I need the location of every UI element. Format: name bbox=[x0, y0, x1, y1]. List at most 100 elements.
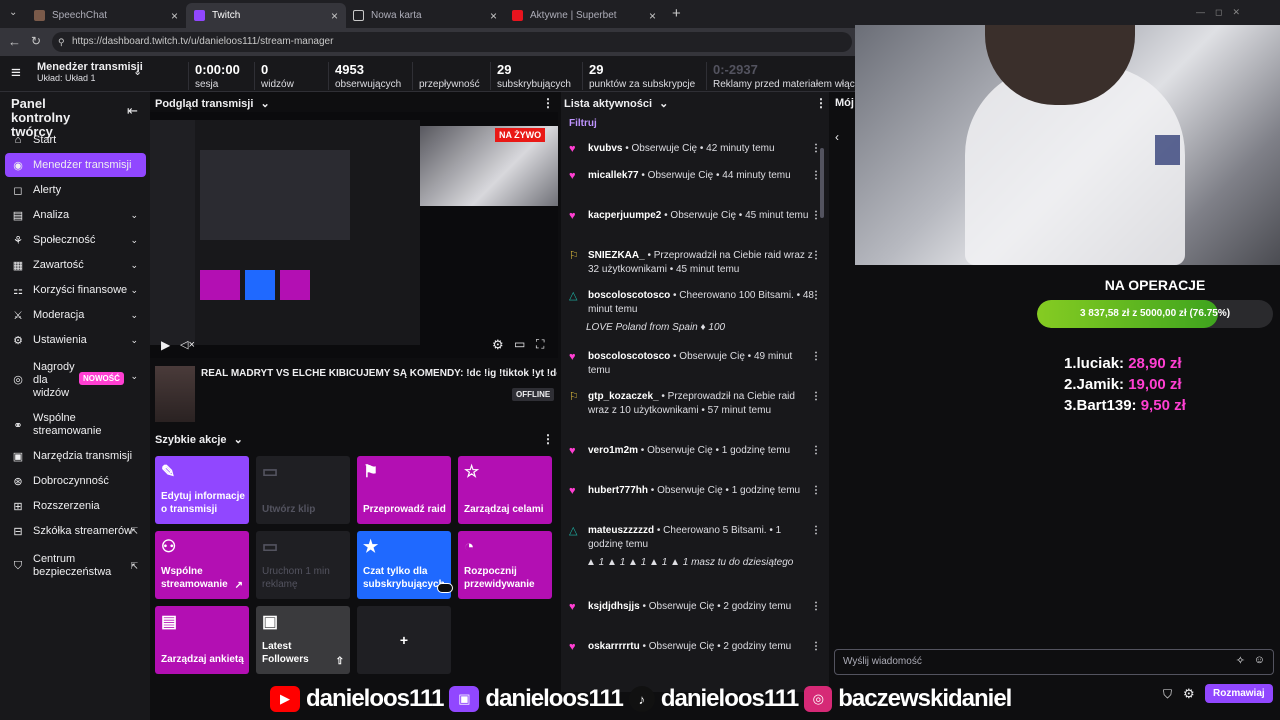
activity-user[interactable]: hubert777hh bbox=[588, 485, 648, 496]
toggle-icon[interactable] bbox=[437, 583, 453, 593]
activity-header[interactable]: Lista aktywności ⌄ bbox=[564, 97, 668, 110]
url-field[interactable]: ⚲ https://dashboard.twitch.tv/u/danieloo… bbox=[52, 32, 852, 52]
sidebar-item-academy[interactable]: ⊟ Szkółka streamerów ⇱ bbox=[5, 519, 146, 543]
more-options-icon[interactable]: ⋮ bbox=[811, 600, 821, 614]
close-icon[interactable]: × bbox=[649, 9, 656, 23]
more-options-icon[interactable]: ⋮ bbox=[811, 142, 821, 156]
more-options-icon[interactable]: ⋮ bbox=[811, 249, 821, 263]
more-options-icon[interactable]: ⋮ bbox=[811, 484, 821, 498]
activity-user[interactable]: SNIEZKAA_ bbox=[588, 250, 645, 261]
tab-twitch[interactable]: Twitch × bbox=[186, 3, 346, 28]
sidebar-item-safety[interactable]: ⛉ Centrum bezpieczeństwa ⇱ bbox=[5, 551, 146, 581]
shield-icon[interactable]: ⛉ bbox=[1163, 687, 1172, 702]
activity-user[interactable]: boscoloscotosco bbox=[588, 351, 670, 362]
new-tab-plus-icon[interactable]: + bbox=[672, 5, 681, 22]
bits-icon[interactable]: ✧ bbox=[1236, 654, 1245, 667]
more-options-icon[interactable]: ⋮ bbox=[811, 444, 821, 458]
sidebar-item-alerts[interactable]: ◻ Alerty bbox=[5, 178, 146, 202]
activity-item[interactable]: ♥ micallek77 • Obserwuje Cię • 44 minuty … bbox=[569, 169, 821, 183]
tab-speechchat[interactable]: SpeechChat × bbox=[26, 3, 186, 28]
activity-item[interactable]: △ mateuszzzzzd • Cheerowano 5 Bitsami. • … bbox=[569, 524, 821, 570]
stream-manager-title[interactable]: Menedżer transmisji Układ: Układ 1 ⌄ bbox=[37, 61, 157, 83]
activity-user[interactable]: micallek77 bbox=[588, 170, 639, 181]
sidebar-item-collab-stream[interactable]: ⚭ Wspólne streamowanie bbox=[5, 410, 146, 440]
more-options-icon[interactable]: ⋮ bbox=[811, 350, 821, 364]
quick-actions-header[interactable]: Szybkie akcje ⌄ bbox=[155, 433, 243, 446]
chat-send-button[interactable]: Rozmawiaj bbox=[1205, 684, 1273, 703]
fullscreen-icon[interactable]: ⛶ bbox=[536, 337, 544, 352]
more-options-icon[interactable]: ⋮ bbox=[542, 432, 554, 446]
start-prediction-button[interactable]: ◔ Rozpocznij przewidywanie bbox=[458, 531, 552, 599]
sidebar-item-analytics[interactable]: ▤ Analiza ⌄ bbox=[5, 203, 146, 227]
sidebar-item-extensions[interactable]: ⊞ Rozszerzenia bbox=[5, 494, 146, 518]
back-arrow-icon[interactable]: ← bbox=[8, 34, 21, 49]
more-options-icon[interactable]: ⋮ bbox=[811, 524, 821, 538]
play-icon[interactable]: ▶ bbox=[161, 338, 170, 352]
more-options-icon[interactable]: ⋮ bbox=[811, 209, 821, 223]
preview-header[interactable]: Podgląd transmisji ⌄ bbox=[155, 97, 270, 110]
sidebar-item-monetization[interactable]: ⚏ Korzyści finansowe ⌄ bbox=[5, 278, 146, 302]
settings-gear-icon[interactable]: ⚙ bbox=[492, 337, 504, 353]
collab-stream-button[interactable]: ⚇ Wspólne streamowanie ↗ bbox=[155, 531, 249, 599]
manage-goals-button[interactable]: ☆ Zarządzaj celami bbox=[458, 456, 552, 524]
tab-superbet[interactable]: Aktywne | Superbet × bbox=[504, 3, 664, 28]
activity-item[interactable]: ⚐ SNIEZKAA_ • Przeprowadził na Ciebie rai… bbox=[569, 249, 821, 277]
window-controls-icon[interactable]: — ◻ ✕ bbox=[1196, 7, 1240, 18]
stream-preview-video[interactable]: NA ŻYWO ▶ ◁× ⚙ ▭ ⛶ bbox=[150, 112, 558, 358]
activity-user[interactable]: vero1m2m bbox=[588, 445, 638, 456]
close-icon[interactable]: × bbox=[490, 9, 497, 23]
chevron-down-icon[interactable]: ⌄ bbox=[133, 65, 142, 78]
sidebar-item-stream-tools[interactable]: ▣ Narzędzia transmisji bbox=[5, 444, 146, 468]
activity-user[interactable]: oskarrrrrtu bbox=[588, 641, 640, 652]
close-icon[interactable]: × bbox=[171, 9, 178, 23]
sidebar-item-charity[interactable]: ⊛ Dobroczynność bbox=[5, 469, 146, 493]
activity-item[interactable]: ♥ kacperjuumpe2 • Obserwuje Cię • 45 minu… bbox=[569, 209, 821, 223]
sidebar-item-settings[interactable]: ⚙ Ustawienia ⌄ bbox=[5, 328, 146, 352]
site-info-icon[interactable]: ⚲ bbox=[58, 32, 65, 52]
chat-input[interactable]: Wyślij wiadomość ✧ ☺ bbox=[834, 649, 1274, 675]
add-quick-action-button[interactable]: + bbox=[357, 606, 451, 674]
more-options-icon[interactable]: ⋮ bbox=[811, 169, 821, 183]
start-raid-button[interactable]: ⚑ Przeprowadź raid bbox=[357, 456, 451, 524]
close-icon[interactable]: × bbox=[331, 9, 338, 23]
activity-user[interactable]: kvubvs bbox=[588, 143, 622, 154]
filter-link[interactable]: Filtruj bbox=[569, 118, 597, 129]
sidebar-item-community[interactable]: ⚘ Społeczność ⌄ bbox=[5, 228, 146, 252]
sidebar-item-content[interactable]: ▦ Zawartość ⌄ bbox=[5, 253, 146, 277]
activity-user[interactable]: ksjdjdhsjjs bbox=[588, 601, 640, 612]
more-options-icon[interactable]: ⋮ bbox=[542, 96, 554, 110]
manage-poll-button[interactable]: ▤ Zarządzaj ankietą bbox=[155, 606, 249, 674]
sidebar-item-start[interactable]: ⌂ Start bbox=[5, 128, 146, 152]
sidebar-item-stream-manager[interactable]: ◉ Menedżer transmisji bbox=[5, 153, 146, 177]
mute-icon[interactable]: ◁× bbox=[180, 338, 195, 351]
activity-item[interactable]: ⚐ gtp_kozaczek_ • Przeprowadził na Ciebie… bbox=[569, 390, 821, 418]
more-options-icon[interactable]: ⋮ bbox=[811, 289, 821, 303]
activity-item[interactable]: ♥ boscoloscotosco • Obserwuje Cię • 49 mi… bbox=[569, 350, 821, 378]
stream-title[interactable]: REAL MADRYT VS ELCHE KIBICUJEMY SĄ KOMEN… bbox=[201, 368, 557, 379]
more-options-icon[interactable]: ⋮ bbox=[811, 390, 821, 404]
reload-icon[interactable]: ↻ bbox=[31, 34, 41, 48]
emote-icon[interactable]: ☺ bbox=[1254, 654, 1265, 666]
tab-new-tab[interactable]: Nowa karta × bbox=[345, 3, 505, 28]
menu-hamburger-icon[interactable]: ≡ bbox=[11, 63, 21, 83]
activity-user[interactable]: mateuszzzzzd bbox=[588, 525, 654, 536]
tab-search-icon[interactable]: ⌄ bbox=[9, 7, 17, 18]
sub-only-chat-button[interactable]: ★ Czat tylko dla subskrybujących bbox=[357, 531, 453, 599]
more-options-icon[interactable]: ⋮ bbox=[815, 96, 827, 110]
sidebar-item-moderation[interactable]: ⚔ Moderacja ⌄ bbox=[5, 303, 146, 327]
activity-item[interactable]: ♥ vero1m2m • Obserwuje Cię • 1 godzinę te… bbox=[569, 444, 821, 458]
latest-followers-button[interactable]: ▣ Latest Followers ⇧ bbox=[256, 606, 350, 674]
activity-item[interactable]: △ boscoloscotosco • Cheerowano 100 Bitsam… bbox=[569, 289, 821, 335]
activity-user[interactable]: boscoloscotosco bbox=[588, 290, 670, 301]
sidebar-item-viewer-rewards[interactable]: ◎ Nagrody dla widzów NOWOŚĆ ⌄ bbox=[5, 359, 146, 401]
more-options-icon[interactable]: ⋮ bbox=[811, 640, 821, 654]
activity-user[interactable]: gtp_kozaczek_ bbox=[588, 391, 659, 402]
activity-item[interactable]: ♥ kvubvs • Obserwuje Cię • 42 minuty temu… bbox=[569, 142, 821, 156]
activity-item[interactable]: ♥ hubert777hh • Obserwuje Cię • 1 godzinę… bbox=[569, 484, 821, 498]
activity-item[interactable]: ♥ ksjdjdhsjjs • Obserwuje Cię • 2 godziny… bbox=[569, 600, 821, 614]
activity-item[interactable]: ♥ oskarrrrrtu • Obserwuje Cię • 2 godziny… bbox=[569, 640, 821, 654]
theatre-mode-icon[interactable]: ▭ bbox=[514, 337, 525, 351]
activity-user[interactable]: kacperjuumpe2 bbox=[588, 210, 661, 221]
scrollbar[interactable] bbox=[820, 148, 824, 218]
collapse-sidebar-icon[interactable]: ⇤ bbox=[127, 103, 138, 119]
